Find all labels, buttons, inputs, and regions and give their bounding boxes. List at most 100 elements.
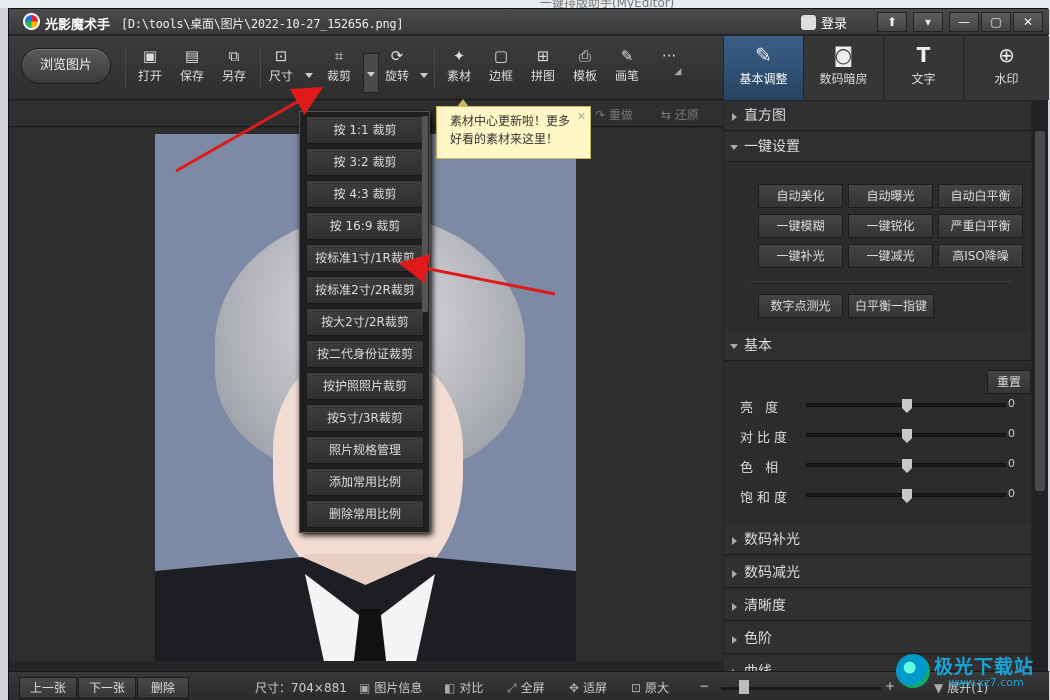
- material-button[interactable]: ✦ 素材: [439, 48, 479, 92]
- saturation-knob[interactable]: [902, 489, 912, 503]
- crop-1-1-item[interactable]: 按 1:1 裁剪: [306, 116, 424, 144]
- toolbar-divider: [434, 48, 435, 88]
- delete-image-button[interactable]: 删除: [137, 677, 189, 699]
- saturation-track[interactable]: [806, 489, 1006, 503]
- tab-watermark[interactable]: ⊕ 水印: [964, 36, 1049, 100]
- app-window: 光影魔术手 [D:\tools\桌面\图片\2022-10-27_152656.…: [8, 8, 1049, 700]
- one-click-sharpen-button[interactable]: 一键锐化: [848, 214, 933, 238]
- more-icon: ···: [661, 47, 677, 65]
- app-title: 光影魔术手: [45, 18, 111, 33]
- one-click-blur-button[interactable]: 一键模糊: [758, 214, 843, 238]
- brightness-slider-row: 亮 度 0: [740, 395, 1025, 416]
- strong-white-balance-button[interactable]: 严重白平衡: [938, 214, 1023, 238]
- fullscreen-button[interactable]: ⤢ 全屏: [507, 679, 545, 696]
- tooltip-line-2: 好看的素材来这里！: [450, 132, 559, 146]
- redo-button[interactable]: ↷ 重做: [595, 106, 633, 123]
- zoom-out-button[interactable]: −: [699, 679, 709, 693]
- reset-button[interactable]: 重置: [987, 370, 1031, 394]
- resize-icon: ⊡: [274, 47, 288, 65]
- crop-1-inch-item[interactable]: 按标准1寸/1R裁剪: [306, 244, 424, 272]
- section-one-click[interactable]: 一键设置: [724, 132, 1031, 162]
- section-digital-fill-light[interactable]: 数码补光: [724, 525, 1031, 555]
- auto-white-balance-button[interactable]: 自动白平衡: [938, 184, 1023, 208]
- login-button[interactable]: 登录: [801, 13, 847, 32]
- contrast-track[interactable]: [806, 429, 1006, 443]
- original-size-button[interactable]: ⊡ 原大: [631, 679, 669, 696]
- next-image-button[interactable]: 下一张: [78, 677, 136, 699]
- delete-ratio-item[interactable]: 删除常用比例: [306, 500, 424, 528]
- one-click-fill-light-button[interactable]: 一键补光: [758, 244, 843, 268]
- border-button[interactable]: ▢ 边框: [481, 48, 521, 92]
- previous-image-button[interactable]: 上一张: [19, 677, 77, 699]
- crop-5-inch-item[interactable]: 按5寸/3R裁剪: [306, 404, 424, 432]
- crop-4-3-item[interactable]: 按 4:3 裁剪: [306, 180, 424, 208]
- crop-menu-scrollbar[interactable]: [422, 116, 428, 312]
- open-button[interactable]: ▣ 打开: [130, 48, 170, 92]
- add-ratio-item[interactable]: 添加常用比例: [306, 468, 424, 496]
- close-button[interactable]: ✕: [1013, 12, 1043, 32]
- high-iso-denoise-button[interactable]: 高ISO降噪: [938, 244, 1023, 268]
- contrast-value: 0: [1008, 427, 1015, 440]
- restore-button[interactable]: ⇆ 还原: [661, 106, 699, 123]
- more-tools-button[interactable]: ··· ◢: [649, 48, 689, 92]
- section-basic[interactable]: 基本: [724, 331, 1031, 361]
- crop-passport-item[interactable]: 按护照照片裁剪: [306, 372, 424, 400]
- expand-icon: [732, 603, 737, 611]
- watermark-text: 极光下载站: [934, 656, 1035, 678]
- compare-button[interactable]: ◧ 对比: [444, 679, 483, 696]
- auto-exposure-button[interactable]: 自动曝光: [848, 184, 933, 208]
- crop-dropdown-menu: 按 1:1 裁剪 按 3:2 裁剪 按 4:3 裁剪 按 16:9 裁剪 按标准…: [299, 111, 430, 533]
- resize-button[interactable]: ⊡ 尺寸: [261, 48, 301, 92]
- browse-images-button[interactable]: 浏览图片: [21, 48, 111, 84]
- panel-scrollbar[interactable]: [1032, 101, 1048, 671]
- white-balance-picker-button[interactable]: 白平衡一指键: [848, 294, 934, 318]
- brightness-knob[interactable]: [902, 399, 912, 413]
- tab-darkroom[interactable]: ◙ 数码暗房: [804, 36, 884, 100]
- hue-knob[interactable]: [902, 459, 912, 473]
- minimize-button[interactable]: —: [949, 12, 979, 32]
- darkroom-icon: ◙: [833, 43, 854, 67]
- save-button[interactable]: ▤ 保存: [172, 48, 212, 92]
- close-icon[interactable]: ✕: [577, 108, 586, 126]
- tab-basic-adjust[interactable]: ✎ 基本调整: [724, 36, 804, 100]
- crop-id-card-item[interactable]: 按二代身份证裁剪: [306, 340, 424, 368]
- template-button[interactable]: ⎙ 模板: [565, 48, 605, 92]
- brightness-track[interactable]: [806, 399, 1006, 413]
- crop-16-9-item[interactable]: 按 16:9 裁剪: [306, 212, 424, 240]
- status-bar: 上一张 下一张 删除 尺寸：704×881 ▣ 图片信息 ◧ 对比 ⤢ 全屏 ✥ 适屏 …: [9, 671, 1049, 700]
- spot-metering-button[interactable]: 数字点测光: [758, 294, 843, 318]
- maximize-button[interactable]: ▢: [981, 12, 1011, 32]
- tooltip-line-1: 素材中心更新啦！更多: [450, 114, 571, 128]
- image-info-button[interactable]: ▣ 图片信息: [359, 679, 422, 696]
- zoom-slider-knob[interactable]: [739, 680, 749, 694]
- tab-text[interactable]: T 文字: [884, 36, 964, 100]
- collage-button[interactable]: ⊞ 拼图: [523, 48, 563, 92]
- resize-dropdown-arrow[interactable]: [305, 73, 313, 78]
- menu-button[interactable]: ▾: [913, 12, 943, 32]
- desktop-top-strip: 一键排版助手(MyEditor): [0, 0, 1050, 10]
- section-clarity[interactable]: 清晰度: [724, 591, 1031, 621]
- rotate-icon: ⟳: [390, 47, 404, 65]
- crop-large-2-inch-item[interactable]: 按大2寸/2R裁剪: [306, 308, 424, 336]
- save-as-button[interactable]: ⧉ 另存: [214, 48, 254, 92]
- contrast-slider-row: 对比度 0: [740, 425, 1025, 446]
- rotate-dropdown-arrow[interactable]: [420, 73, 428, 78]
- brush-button[interactable]: ✎ 画笔: [607, 48, 647, 92]
- section-digital-reduce-light[interactable]: 数码减光: [724, 558, 1031, 588]
- section-histogram[interactable]: 直方图: [724, 101, 1031, 131]
- one-click-reduce-light-button[interactable]: 一键减光: [848, 244, 933, 268]
- panel-scrollbar-thumb[interactable]: [1035, 131, 1045, 491]
- auto-beautify-button[interactable]: 自动美化: [758, 184, 843, 208]
- photo-spec-manage-item[interactable]: 照片规格管理: [306, 436, 424, 464]
- rotate-button[interactable]: ⟳ 旋转: [377, 48, 417, 92]
- crop-2-inch-item[interactable]: 按标准2寸/2R裁剪: [306, 276, 424, 304]
- crop-button[interactable]: ⌗ 裁剪: [319, 48, 359, 92]
- fit-screen-button[interactable]: ✥ 适屏: [569, 679, 607, 696]
- saturation-slider-row: 饱和度 0: [740, 485, 1025, 506]
- hue-track[interactable]: [806, 459, 1006, 473]
- contrast-knob[interactable]: [902, 429, 912, 443]
- skin-button[interactable]: ⬆: [877, 12, 907, 32]
- zoom-in-button[interactable]: +: [885, 679, 895, 693]
- file-path: [D:\tools\桌面\图片\2022-10-27_152656.png]: [121, 17, 404, 31]
- crop-3-2-item[interactable]: 按 3:2 裁剪: [306, 148, 424, 176]
